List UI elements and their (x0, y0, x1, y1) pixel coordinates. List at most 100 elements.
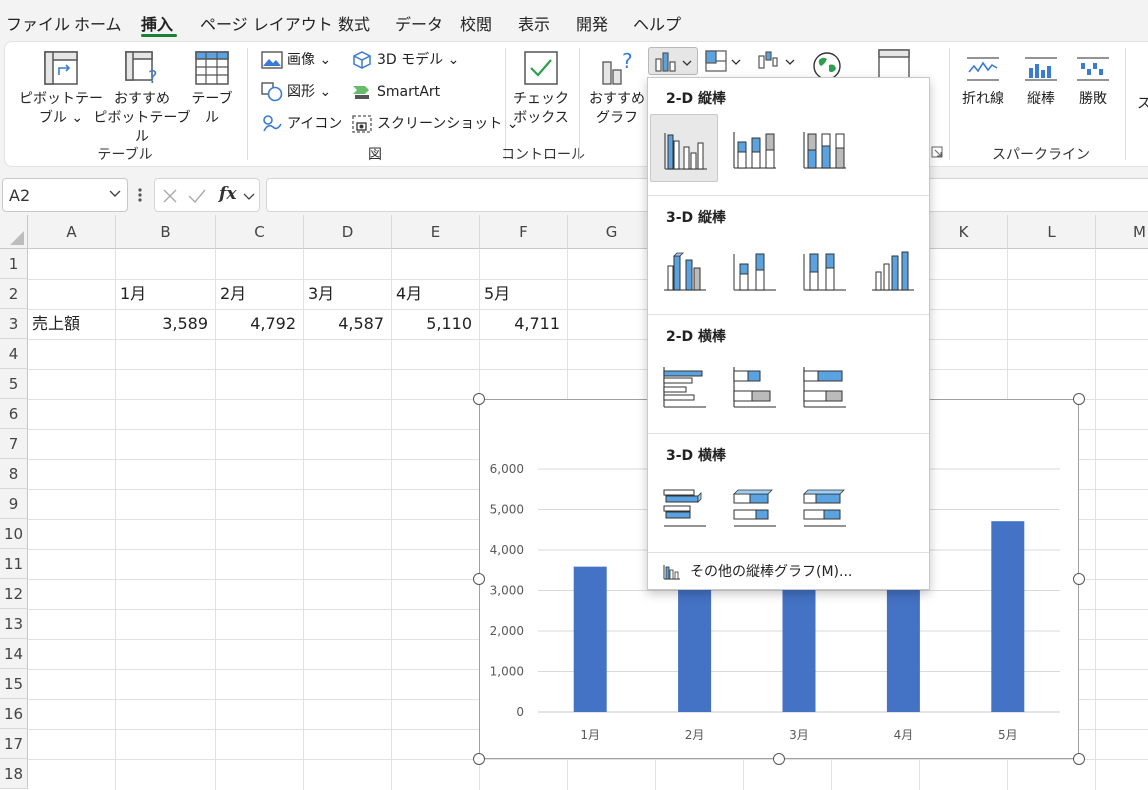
stacked-column-option[interactable] (720, 114, 788, 182)
name-box[interactable]: A2 (2, 178, 128, 212)
menu-help[interactable]: ヘルプ (633, 11, 681, 35)
3d-100-stacked-column-option[interactable] (790, 234, 858, 302)
column-header[interactable]: C (216, 215, 304, 249)
row-header[interactable]: 5 (0, 369, 28, 399)
recommended-charts-button[interactable]: ? おすすめ グラフ (587, 50, 647, 128)
column-header[interactable]: E (392, 215, 480, 249)
resize-handle-right[interactable] (1073, 573, 1085, 585)
resize-handle-top-right[interactable] (1073, 393, 1085, 405)
resize-handle-bottom-left[interactable] (473, 753, 485, 765)
row-header[interactable]: 12 (0, 579, 28, 609)
row-header[interactable]: 18 (0, 759, 28, 789)
resize-handle-top-left[interactable] (473, 393, 485, 405)
waterfall-chart-button[interactable] (755, 47, 799, 75)
3d-models-button[interactable]: 3D モデル ⌄ (351, 48, 459, 72)
slicer-button-partial[interactable]: ス (1137, 92, 1148, 116)
chevron-down-icon[interactable] (243, 192, 255, 202)
stacked-bar-option[interactable] (720, 353, 788, 421)
row-header[interactable]: 14 (0, 639, 28, 669)
row-header[interactable]: 16 (0, 699, 28, 729)
3d-stacked-bar-option[interactable] (720, 472, 788, 540)
cell-E3[interactable]: 5,110 (392, 309, 472, 339)
resize-handle-bottom-right[interactable] (1073, 753, 1085, 765)
sparkline-line-button[interactable]: 折れ線 (955, 50, 1011, 109)
shapes-label: 図形 ⌄ (287, 84, 332, 100)
stacked-bar-icon (733, 367, 776, 408)
menu-page-layout[interactable]: ページ レイアウト (200, 11, 333, 35)
cell-F3[interactable]: 4,711 (480, 309, 560, 339)
column-header[interactable]: A (28, 215, 116, 249)
column-chart-button[interactable] (648, 47, 698, 75)
checkbox-label-2: ボックス (513, 110, 569, 126)
icons-button[interactable]: アイコン (261, 112, 342, 136)
chart-x-tick-label: 3月 (789, 728, 809, 742)
100-stacked-column-option[interactable] (790, 114, 858, 182)
cell-D3[interactable]: 4,587 (304, 309, 384, 339)
3d-clustered-bar-option[interactable] (650, 472, 718, 540)
menu-home[interactable]: ホーム (74, 11, 122, 35)
column-header[interactable]: B (116, 215, 216, 249)
row-header[interactable]: 6 (0, 399, 28, 429)
row-header[interactable]: 17 (0, 729, 28, 759)
column-header[interactable]: D (304, 215, 392, 249)
cell-A3[interactable]: 売上額 (32, 309, 80, 339)
row-header[interactable]: 8 (0, 459, 28, 489)
menu-formulas[interactable]: 数式 (338, 11, 370, 35)
table-button[interactable]: テーブル (185, 50, 239, 128)
menu-view[interactable]: 表示 (518, 11, 550, 35)
3d-clustered-column-option[interactable] (650, 234, 718, 302)
picture-button[interactable]: 画像 ⌄ (261, 48, 331, 72)
cell-F2[interactable]: 5月 (484, 279, 510, 309)
menu-review[interactable]: 校閲 (460, 11, 492, 35)
smartart-button[interactable]: SmartArt (351, 80, 440, 104)
screenshot-button[interactable]: スクリーンショット ⌄ (351, 112, 518, 136)
recommended-pivot-label-2: ピボットテーブル (93, 110, 191, 145)
cell-C3[interactable]: 4,792 (216, 309, 296, 339)
recommended-pivot-button[interactable]: ? おすすめ ピボットテーブル (87, 50, 197, 147)
hierarchy-chart-button[interactable] (703, 47, 745, 75)
column-header[interactable]: G (568, 215, 656, 249)
3d-100-stacked-bar-option[interactable] (790, 472, 858, 540)
resize-handle-bottom[interactable] (773, 753, 785, 765)
sparkline-column-button[interactable]: 縦棒 (1013, 50, 1069, 109)
clustered-column-option[interactable] (650, 114, 718, 182)
checkbox-button[interactable]: チェック ボックス (511, 50, 571, 128)
cell-B2[interactable]: 1月 (120, 279, 146, 309)
row-header[interactable]: 9 (0, 489, 28, 519)
sparkline-winloss-button[interactable]: 勝敗 (1065, 50, 1121, 109)
select-all-corner[interactable] (0, 215, 28, 249)
more-options-icon[interactable] (138, 186, 142, 204)
menu-data[interactable]: データ (395, 11, 443, 35)
column-header[interactable]: F (480, 215, 568, 249)
column-header[interactable]: L (1008, 215, 1096, 249)
row-header[interactable]: 1 (0, 249, 28, 279)
column-header[interactable]: K (920, 215, 1008, 249)
cell-C2[interactable]: 2月 (220, 279, 246, 309)
row-header[interactable]: 4 (0, 339, 28, 369)
row-header[interactable]: 3 (0, 309, 28, 339)
resize-handle-left[interactable] (473, 573, 485, 585)
100-stacked-bar-option[interactable] (790, 353, 858, 421)
menu-insert[interactable]: 挿入 (141, 11, 173, 35)
column-header[interactable]: M (1096, 215, 1148, 249)
row-header[interactable]: 15 (0, 669, 28, 699)
menu-file[interactable]: ファイル (6, 11, 70, 35)
cell-E2[interactable]: 4月 (396, 279, 422, 309)
3d-stacked-column-option[interactable] (720, 234, 788, 302)
shapes-button[interactable]: 図形 ⌄ (261, 80, 331, 104)
cell-B3[interactable]: 3,589 (116, 309, 208, 339)
row-header[interactable]: 11 (0, 549, 28, 579)
cell-D2[interactable]: 3月 (308, 279, 334, 309)
row-header[interactable]: 13 (0, 609, 28, 639)
more-column-charts-link[interactable]: その他の縦棒グラフ(M)... (662, 561, 852, 581)
cancel-icon[interactable] (161, 187, 179, 205)
3d-column-option[interactable] (860, 234, 928, 302)
row-header[interactable]: 10 (0, 519, 28, 549)
dialog-launcher-icon[interactable] (931, 146, 943, 158)
clustered-bar-option[interactable] (650, 353, 718, 421)
row-header[interactable]: 7 (0, 429, 28, 459)
enter-check-icon[interactable] (187, 187, 207, 205)
menu-developer[interactable]: 開発 (576, 11, 608, 35)
row-header[interactable]: 2 (0, 279, 28, 309)
insert-function-button[interactable]: fx (219, 184, 236, 204)
